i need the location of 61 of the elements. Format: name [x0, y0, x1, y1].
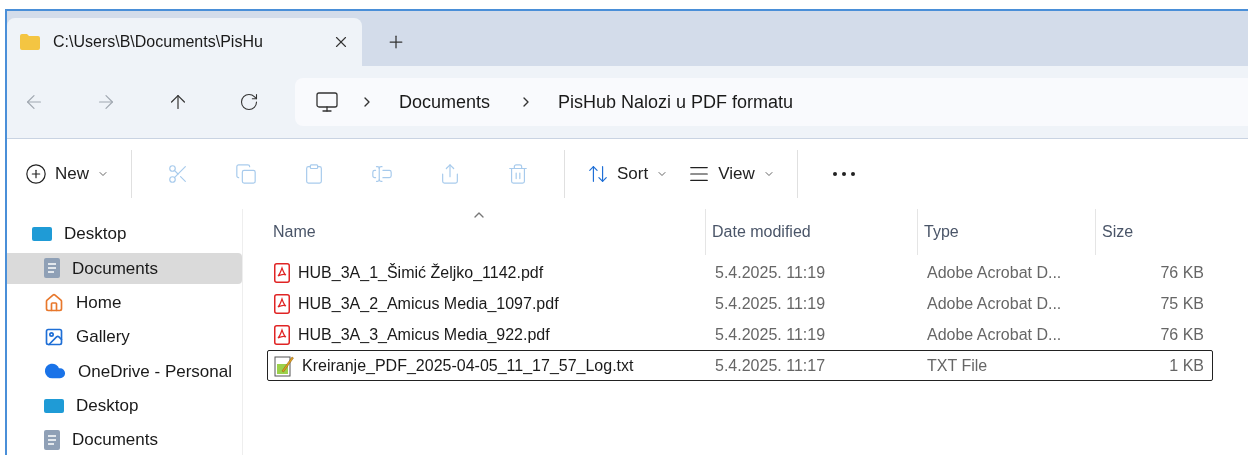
- file-row[interactable]: Kreiranje_PDF_2025-04-05_11_17_57_Log.txt 5.4.2025. 11:17 TXT File 1 KB: [267, 350, 1213, 381]
- computer-icon: [315, 90, 339, 114]
- address-bar[interactable]: Documents PisHub Nalozi u PDF formatu: [295, 78, 1248, 126]
- file-row[interactable]: HUB_3A_2_Amicus Media_1097.pdf 5.4.2025. 11:19 Adobe Acrobat D... 75 KB: [267, 288, 1213, 319]
- paste-icon: [303, 163, 325, 185]
- size-cell-text: 1 KB: [1168, 355, 1205, 376]
- date-cell-text: 5.4.2025. 11:19: [714, 293, 827, 314]
- desktop-icon: [32, 226, 52, 243]
- more-icon: [832, 172, 855, 176]
- type-cell-text: TXT File: [926, 355, 989, 376]
- tab-title: C:\Users\B\Documents\PisHu: [53, 32, 263, 52]
- size-cell-text: 75 KB: [1159, 293, 1205, 314]
- date-cell-text: 5.4.2025. 11:17: [714, 355, 827, 376]
- cut-icon: [167, 163, 189, 185]
- sidebar-item[interactable]: Documents: [7, 253, 242, 284]
- desktop-icon: [44, 397, 64, 414]
- file-row[interactable]: HUB_3A_3_Amicus Media_922.pdf 5.4.2025. 11:19 Adobe Acrobat D... 76 KB: [267, 319, 1213, 350]
- home-icon: [44, 292, 64, 313]
- sidebar-item[interactable]: OneDrive - Personal: [7, 356, 242, 387]
- column-header[interactable]: Name: [267, 209, 705, 255]
- size-cell-text: 76 KB: [1159, 262, 1205, 283]
- type-cell-text: Adobe Acrobat D...: [926, 324, 1063, 345]
- text-file-icon: [274, 354, 294, 377]
- toolbar-button[interactable]: New: [15, 154, 119, 194]
- sidebar-item[interactable]: Documents: [7, 424, 242, 455]
- date-cell-text: 5.4.2025. 11:19: [714, 262, 827, 283]
- size-cell-text: 76 KB: [1159, 324, 1205, 345]
- file-name: HUB_3A_3_Amicus Media_922.pdf: [298, 324, 550, 345]
- file-name: HUB_3A_2_Amicus Media_1097.pdf: [298, 293, 559, 314]
- sidebar-item[interactable]: Desktop: [7, 390, 242, 421]
- column-header[interactable]: Type: [917, 209, 1095, 255]
- column-header[interactable]: Date modified: [705, 209, 917, 255]
- date-cell-text: 5.4.2025. 11:19: [714, 324, 827, 345]
- rename-icon: [371, 163, 393, 185]
- toolbar-button[interactable]: Sort: [577, 154, 679, 194]
- file-name: Kreiranje_PDF_2025-04-05_11_17_57_Log.txt: [302, 355, 634, 376]
- sidebar-item[interactable]: Desktop: [7, 219, 242, 250]
- copy-icon: [235, 163, 257, 185]
- breadcrumb[interactable]: PisHub Nalozi u PDF formatu: [558, 88, 794, 116]
- gallery-icon: [44, 327, 64, 347]
- toolbar-button[interactable]: View: [678, 154, 785, 194]
- sort-icon: [587, 163, 609, 185]
- file-name: HUB_3A_1_Šimić Željko_1142.pdf: [298, 262, 544, 283]
- document-icon: [44, 429, 60, 450]
- share-icon: [439, 163, 461, 185]
- folder-icon: [19, 33, 41, 51]
- refresh-icon[interactable]: [239, 92, 259, 112]
- tab[interactable]: C:\Users\B\Documents\PisHu: [7, 18, 362, 66]
- document-icon: [44, 258, 60, 279]
- type-cell-text: Adobe Acrobat D...: [926, 293, 1063, 314]
- column-header[interactable]: Size: [1095, 209, 1214, 255]
- file-row[interactable]: HUB_3A_1_Šimić Željko_1142.pdf 5.4.2025. 11:19 Adobe Acrobat D... 76 KB: [267, 257, 1213, 288]
- trash-icon: [507, 163, 529, 185]
- pdf-file-icon: [274, 262, 290, 283]
- pdf-file-icon: [274, 324, 290, 345]
- type-cell-text: Adobe Acrobat D...: [926, 262, 1063, 283]
- breadcrumb[interactable]: Documents: [399, 88, 491, 116]
- pdf-file-icon: [274, 293, 290, 314]
- sidebar-item[interactable]: Gallery: [7, 321, 242, 353]
- new-icon: [25, 163, 47, 185]
- sidebar-item[interactable]: Home: [7, 287, 242, 318]
